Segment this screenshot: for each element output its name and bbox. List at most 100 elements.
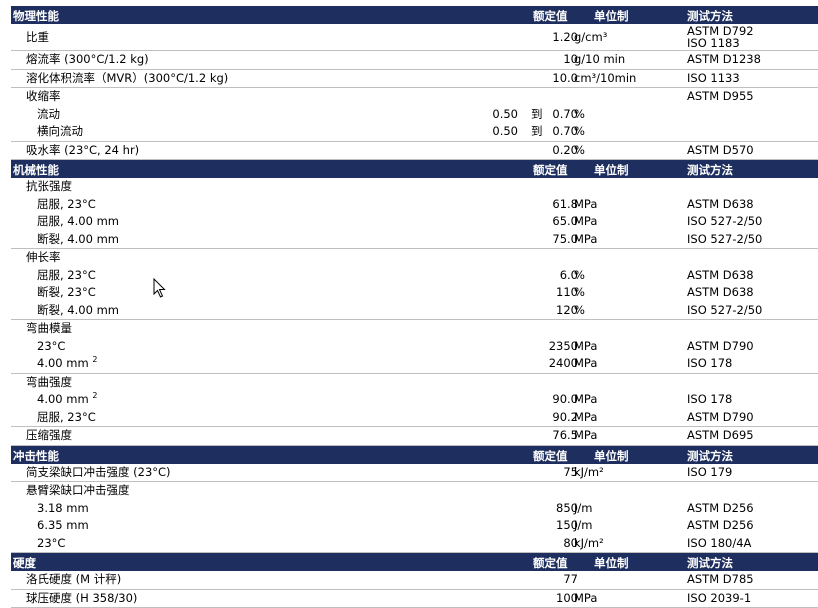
test-method-code: ISO 2039-1 <box>687 590 751 608</box>
property-label: 断裂, 4.00 mm <box>37 231 119 249</box>
test-method: ASTM D256 <box>687 517 754 535</box>
property-row: 断裂, 4.00 mm120%ISO 527-2/50 <box>11 302 818 320</box>
property-label: 横向流动 <box>37 123 83 141</box>
value-column-header: 额定值 <box>533 162 568 178</box>
section-header: 物理性能额定值单位制测试方法 <box>11 6 818 24</box>
property-label-text: 熔流率 (300°C/1.2 kg) <box>26 52 149 66</box>
property-label-text: 弯曲模量 <box>26 321 72 335</box>
test-method-code: ISO 178 <box>687 391 732 409</box>
property-row: 压缩强度76.5MPaASTM D695 <box>11 427 818 445</box>
property-group: 熔流率 (300°C/1.2 kg)10g/10 minASTM D1238 <box>11 51 818 70</box>
section-title: 物理性能 <box>13 8 59 24</box>
mouse-pointer-icon <box>153 278 167 298</box>
property-row: 4.00 mm 290.0MPaISO 178 <box>11 391 818 409</box>
test-method-code: ASTM D790 <box>687 338 754 356</box>
property-label: 悬臂梁缺口冲击强度 <box>26 482 130 500</box>
test-method: ISO 1133 <box>687 70 740 88</box>
test-method: ASTM D785 <box>687 571 754 589</box>
property-group: 抗张强度屈服, 23°C61.8MPaASTM D638屈服, 4.00 mm6… <box>11 178 818 249</box>
test-method: ASTM D638 <box>687 267 754 285</box>
property-unit: % <box>574 123 585 141</box>
property-row: 流动0.50到0.70% <box>11 106 818 124</box>
property-label-text: 屈服, 4.00 mm <box>37 214 119 228</box>
value-column-header: 额定值 <box>533 448 568 464</box>
section-header: 硬度额定值单位制测试方法 <box>11 553 818 571</box>
property-unit: MPa <box>574 231 597 249</box>
property-label: 洛氏硬度 (M 计秤) <box>26 571 121 589</box>
test-method-code: ASTM D638 <box>687 267 754 285</box>
property-label-text: 抗张强度 <box>26 179 72 193</box>
property-label: 屈服, 23°C <box>37 196 96 214</box>
test-method: ISO 527-2/50 <box>687 231 762 249</box>
test-method: ASTM D638 <box>687 196 754 214</box>
property-label: 屈服, 4.00 mm <box>37 213 119 231</box>
property-label-text: 洛氏硬度 (M 计秤) <box>26 572 121 586</box>
test-method: ASTM D256 <box>687 500 754 518</box>
property-row: 23°C2350MPaASTM D790 <box>11 338 818 356</box>
test-method-code: ASTM D785 <box>687 571 754 589</box>
test-method-code: ASTM D256 <box>687 517 754 535</box>
property-unit: J/m <box>574 500 592 518</box>
property-label: 伸长率 <box>26 249 61 267</box>
property-unit: % <box>574 284 585 302</box>
property-label: 抗张强度 <box>26 178 72 196</box>
property-label-text: 伸长率 <box>26 250 61 264</box>
property-group: 洛氏硬度 (M 计秤)77ASTM D785 <box>11 571 818 590</box>
unit-column-header: 单位制 <box>594 8 629 24</box>
property-label: 弯曲强度 <box>26 374 72 392</box>
test-method: ASTM D792ISO 1183 <box>687 25 754 49</box>
range-min-value: 0.50 <box>492 106 518 124</box>
property-label: 球压硬度 (H 358/30) <box>26 590 137 608</box>
property-label: 4.00 mm 2 <box>37 391 97 409</box>
property-label: 23°C <box>37 535 65 553</box>
test-method-code: ISO 527-2/50 <box>687 231 762 249</box>
test-method-code: ASTM D1238 <box>687 51 761 69</box>
test-method: ISO 527-2/50 <box>687 213 762 231</box>
test-method: ASTM D790 <box>687 338 754 356</box>
property-group: 溶化体积流率（MVR）(300°C/1.2 kg)10.0cm³/10minIS… <box>11 70 818 89</box>
property-label-text: 比重 <box>26 30 49 44</box>
property-row: 熔流率 (300°C/1.2 kg)10g/10 minASTM D1238 <box>11 51 818 69</box>
range-separator: 到 <box>531 106 543 124</box>
property-unit: kJ/m² <box>574 535 604 553</box>
property-unit: J/m <box>574 517 592 535</box>
test-method-code: ISO 178 <box>687 355 732 373</box>
test-method-code: ISO 527-2/50 <box>687 213 762 231</box>
property-group: 收缩率ASTM D955流动0.50到0.70%横向流动0.50到0.70% <box>11 88 818 142</box>
property-label-text: 悬臂梁缺口冲击强度 <box>26 483 130 497</box>
test-method: ASTM D570 <box>687 142 754 160</box>
property-row: 断裂, 4.00 mm75.0MPaISO 527-2/50 <box>11 231 818 249</box>
test-method: ISO 180/4A <box>687 535 751 553</box>
property-label-text: 收缩率 <box>26 89 61 103</box>
property-unit: MPa <box>574 213 597 231</box>
property-row: 屈服, 23°C90.2MPaASTM D790 <box>11 409 818 427</box>
property-label-text: 弯曲强度 <box>26 375 72 389</box>
property-label: 23°C <box>37 338 65 356</box>
property-row: 球压硬度 (H 358/30)100MPaISO 2039-1 <box>11 590 818 608</box>
property-unit: MPa <box>574 196 597 214</box>
property-label-text: 横向流动 <box>37 124 83 138</box>
property-group: 悬臂梁缺口冲击强度3.18 mm850J/mASTM D2566.35 mm15… <box>11 482 818 553</box>
range-min-value: 0.50 <box>492 123 518 141</box>
test-method-code: ASTM D570 <box>687 142 754 160</box>
property-label: 熔流率 (300°C/1.2 kg) <box>26 51 149 69</box>
property-label: 比重 <box>26 24 49 50</box>
unit-column-header: 单位制 <box>594 162 629 178</box>
property-group: 球压硬度 (H 358/30)100MPaISO 2039-1 <box>11 590 818 608</box>
property-row: 屈服, 4.00 mm65.0MPaISO 527-2/50 <box>11 213 818 231</box>
property-row: 抗张强度 <box>11 178 818 196</box>
property-label-text: 23°C <box>37 536 65 550</box>
property-label-text: 吸水率 (23°C, 24 hr) <box>26 143 139 157</box>
property-label: 4.00 mm 2 <box>37 355 97 373</box>
section-title: 硬度 <box>13 555 36 571</box>
property-label: 简支梁缺口冲击强度 (23°C) <box>26 464 171 482</box>
method-column-header: 测试方法 <box>687 448 733 464</box>
test-method-code: ASTM D955 <box>687 88 754 106</box>
unit-column-header: 单位制 <box>594 448 629 464</box>
property-unit: MPa <box>574 338 597 356</box>
property-label-text: 溶化体积流率（MVR）(300°C/1.2 kg) <box>26 71 228 85</box>
value-column-header: 额定值 <box>533 8 568 24</box>
test-method: ASTM D695 <box>687 427 754 445</box>
test-method-code: ISO 179 <box>687 464 732 482</box>
property-unit: MPa <box>574 409 597 427</box>
